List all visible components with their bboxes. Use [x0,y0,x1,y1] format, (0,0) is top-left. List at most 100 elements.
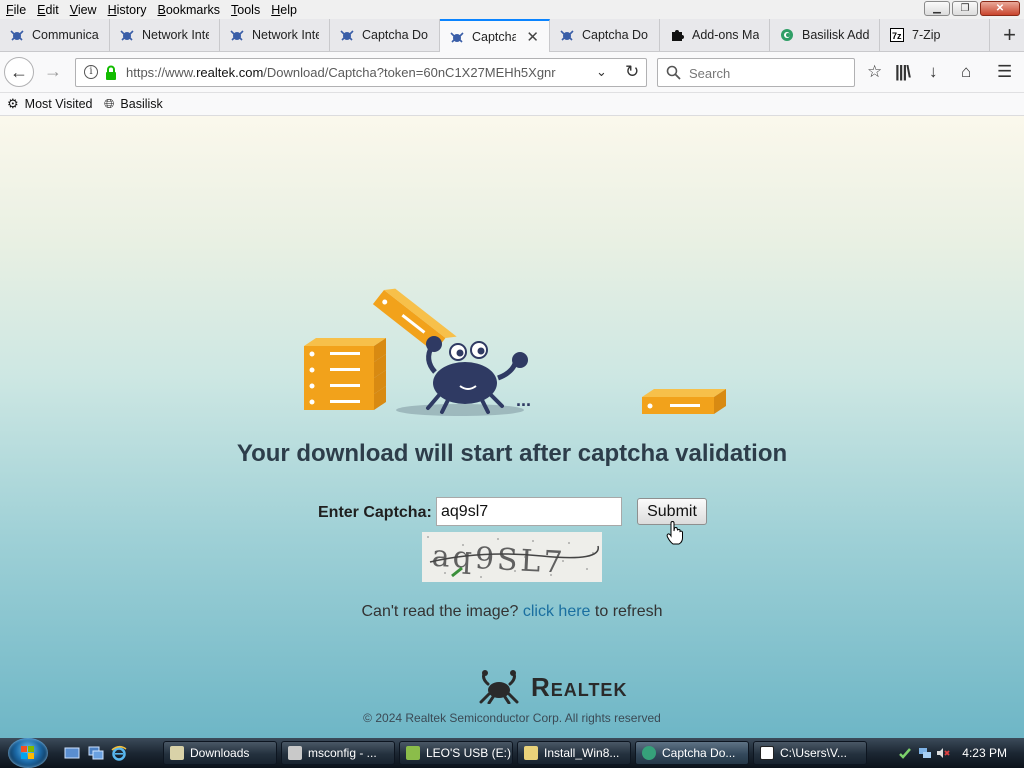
server-stack-icon [304,338,386,410]
taskbar-clock[interactable]: 4:23 PM [962,746,1007,760]
crab-mascot-icon [426,336,528,414]
windows-logo-icon [21,746,34,759]
realtek-logo[interactable]: Realtek [477,670,627,704]
menu-bookmarks[interactable]: Bookmarks [152,3,226,17]
navigation-toolbar: ← → i https://www.realtek.com/Download/C… [0,52,1024,93]
tab-label: Network Inte [252,28,319,42]
system-tray: 4:23 PM [896,738,1024,768]
tab-captcha-1[interactable]: Captcha Do [330,19,440,51]
tab-label: Captcha Do [582,28,649,42]
refresh-captcha-line: Can't read the image? click here to refr… [0,603,1024,621]
close-window-button[interactable]: ✕ [980,1,1020,16]
crab-icon [120,30,134,41]
tab-captcha-2[interactable]: Captcha Do [550,19,660,51]
task-label: C:\Users\V... [780,746,847,760]
task-7zip-window[interactable]: C:\Users\V... [753,741,867,765]
internet-explorer-icon[interactable] [111,745,127,761]
tab-label: 7-Zip [912,28,941,42]
taskbar: Downloads msconfig - ... LEO'S USB (E:) … [0,738,1024,768]
safely-remove-hardware-icon[interactable] [898,746,912,760]
info-icon[interactable]: i [84,65,98,79]
msconfig-icon [288,746,302,760]
7zip-icon [760,746,774,760]
menu-file[interactable]: File [0,3,31,17]
hamburger-menu-icon[interactable]: ☰ [997,62,1012,82]
minimize-button[interactable]: ▁ [924,1,950,16]
crab-icon [340,30,354,41]
url-domain: realtek.com [196,65,264,80]
folder-icon [170,746,184,760]
tab-label: Basilisk Add [802,28,869,42]
search-icon [666,65,681,80]
task-label: Captcha Do... [662,746,736,760]
tab-basilisk-addons[interactable]: Basilisk Add [770,19,880,51]
tab-captcha-active[interactable]: Captcha ✕ [440,19,550,52]
menu-history[interactable]: History [102,3,152,17]
crab-icon [450,31,464,43]
tab-label: Captcha [472,29,517,44]
task-usb-drive[interactable]: LEO'S USB (E:) [399,741,513,765]
tab-network-2[interactable]: Network Inte [220,19,330,51]
bookmark-star-icon[interactable]: ☆ [867,62,882,82]
task-label: LEO'S USB (E:) [426,746,511,760]
task-msconfig[interactable]: msconfig - ... [281,741,395,765]
search-placeholder: Search [689,66,731,81]
show-desktop-icon[interactable] [64,745,80,761]
new-tab-button[interactable]: + [1003,22,1016,48]
crab-icon [230,30,244,41]
task-install-win8[interactable]: Install_Win8... [517,741,631,765]
chevron-down-icon[interactable]: ⌄ [596,64,607,80]
folder-icon [524,746,538,760]
restore-button[interactable]: ❐ [952,1,978,16]
menu-tools[interactable]: Tools [225,3,265,17]
task-label: Install_Win8... [544,746,620,760]
svg-text:7z: 7z [892,31,902,41]
tab-label: Network Inte [142,28,209,42]
tab-addons[interactable]: Add-ons Ma [660,19,770,51]
refresh-suffix: to refresh [594,603,663,620]
switch-windows-icon[interactable] [88,745,104,761]
captcha-input[interactable] [436,497,622,526]
page-heading: Your download will start after captcha v… [236,440,788,467]
tab-communica[interactable]: Communica [0,19,110,51]
back-button[interactable]: ← [4,57,34,87]
page-content: ... Your download will start after captc… [0,116,1024,738]
menu-bar: File Edit View History Bookmarks Tools H… [0,0,1024,19]
7zip-icon: 7z [890,28,904,42]
bookmark-most-visited[interactable]: ⚙ Most Visited [7,96,93,112]
url-path: /Download/Captcha?token=60nC1X27MEHh5Xgn… [263,65,556,80]
close-tab-icon[interactable]: ✕ [526,28,539,46]
library-icon[interactable]: |||\ [895,62,911,82]
forward-button[interactable]: → [44,61,62,82]
logo-text: Realtek [531,671,628,702]
downloads-icon[interactable]: ↓ [929,62,938,82]
window-controls: ▁ ❐ ✕ [924,1,1020,16]
puzzle-icon [672,30,684,41]
volume-muted-icon[interactable] [936,746,950,760]
network-icon[interactable] [918,746,932,760]
captcha-label: Enter Captcha: [318,504,432,521]
bookmark-basilisk[interactable]: 🌐︎ Basilisk [104,96,163,112]
lock-icon [106,65,116,80]
refresh-captcha-link[interactable]: click here [523,603,591,620]
url-text[interactable]: https://www.realtek.com/Download/Captcha… [126,65,591,80]
captcha-image-text: aq9SL7 [431,539,566,581]
start-button[interactable] [8,738,48,768]
crab-icon [10,30,24,41]
home-icon[interactable]: ⌂ [961,62,971,82]
tab-label: Communica [32,28,99,42]
reload-icon[interactable]: ↻ [625,62,639,82]
copyright-text: © 2024 Realtek Semiconductor Corp. All r… [363,711,661,725]
url-bar[interactable]: i https://www.realtek.com/Download/Captc… [75,58,647,87]
ellipsis-dots: ... [516,390,531,410]
menu-help[interactable]: Help [265,3,302,17]
menu-edit[interactable]: Edit [31,3,64,17]
tab-network-1[interactable]: Network Inte [110,19,220,51]
menu-view[interactable]: View [64,3,102,17]
task-downloads[interactable]: Downloads [163,741,277,765]
globe-icon: 🌐︎ [104,96,115,111]
tab-7zip[interactable]: 7z 7-Zip [880,19,990,51]
search-bar[interactable]: Search [657,58,855,87]
server-block-icon [642,389,726,414]
task-captcha-browser[interactable]: Captcha Do... [635,741,749,765]
